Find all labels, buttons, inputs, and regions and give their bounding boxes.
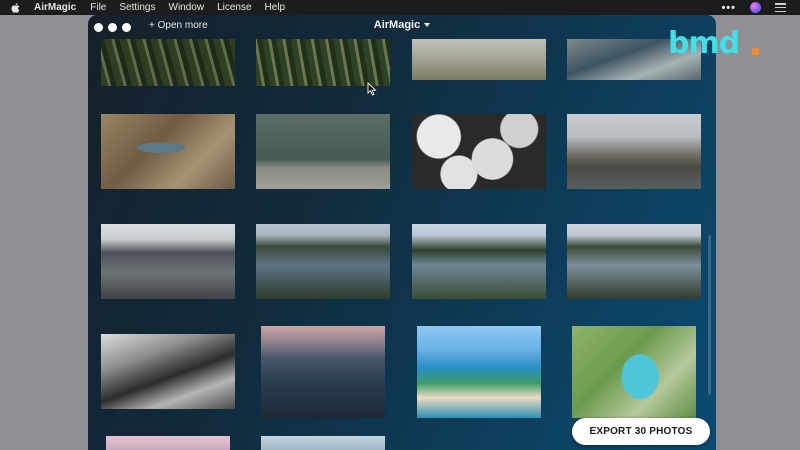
window-titlebar: + Open more AirMagic	[88, 15, 716, 39]
photo-thumbnail[interactable]	[417, 326, 541, 418]
overflow-menu-icon[interactable]: •••	[721, 2, 736, 13]
watermark-accent	[752, 48, 759, 55]
photo-thumbnail[interactable]	[261, 326, 385, 418]
photo-thumbnail[interactable]	[567, 224, 701, 299]
photo-thumbnail[interactable]	[256, 114, 390, 189]
photo-thumbnail[interactable]	[572, 326, 696, 418]
apple-icon[interactable]	[10, 2, 22, 14]
photo-thumbnail[interactable]	[106, 436, 230, 450]
mouse-cursor-icon	[367, 82, 377, 96]
photo-thumbnail[interactable]	[256, 39, 390, 86]
desktop-background-right	[715, 15, 800, 450]
photo-thumbnail[interactable]	[101, 114, 235, 189]
airmagic-window: + Open more AirMagic EXPORT 30 PHOTOS	[88, 15, 716, 450]
desktop-background-left	[0, 15, 88, 450]
chevron-down-icon	[424, 23, 431, 28]
siri-icon[interactable]	[750, 2, 761, 13]
photo-thumbnail[interactable]	[101, 334, 235, 409]
photo-thumbnail[interactable]	[412, 39, 546, 80]
menubar-status-area: •••	[721, 2, 786, 13]
menu-file[interactable]: File	[90, 2, 106, 13]
photo-thumbnail[interactable]	[412, 114, 546, 189]
menu-window[interactable]: Window	[169, 2, 205, 13]
menu-settings[interactable]: Settings	[119, 2, 155, 13]
notification-center-icon[interactable]	[775, 3, 786, 12]
window-title-text: AirMagic	[373, 19, 421, 31]
bmd-watermark-logo: bmd	[668, 26, 740, 61]
menu-help[interactable]: Help	[265, 2, 286, 13]
photo-thumbnail[interactable]	[101, 224, 235, 299]
window-title[interactable]: AirMagic	[88, 19, 716, 31]
scrollbar-thumb[interactable]	[708, 235, 711, 395]
photo-thumbnail[interactable]	[256, 224, 390, 299]
photo-thumbnail[interactable]	[412, 224, 546, 299]
photo-thumbnail[interactable]	[261, 436, 385, 450]
export-photos-button[interactable]: EXPORT 30 PHOTOS	[572, 418, 710, 445]
photo-thumbnail[interactable]	[101, 39, 235, 86]
photo-thumbnail[interactable]	[567, 114, 701, 189]
menu-app-name[interactable]: AirMagic	[34, 2, 76, 13]
scrollbar[interactable]	[708, 55, 712, 415]
menu-license[interactable]: License	[217, 2, 251, 13]
menu-bar: AirMagic File Settings Window License He…	[0, 0, 800, 15]
